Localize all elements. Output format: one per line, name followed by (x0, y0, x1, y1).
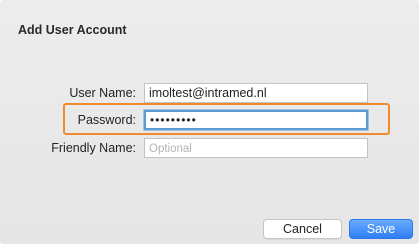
username-label: User Name: (69, 86, 136, 100)
username-field[interactable] (144, 83, 368, 103)
cancel-button[interactable]: Cancel (263, 219, 342, 239)
add-user-account-dialog: Add User Account User Name: Password: Fr… (0, 0, 419, 244)
friendly-name-field[interactable] (144, 138, 368, 158)
friendly-name-label: Friendly Name: (51, 141, 136, 155)
password-field[interactable] (144, 110, 368, 130)
dialog-title: Add User Account (18, 23, 127, 37)
save-button[interactable]: Save (349, 219, 413, 239)
password-label: Password: (77, 113, 136, 127)
